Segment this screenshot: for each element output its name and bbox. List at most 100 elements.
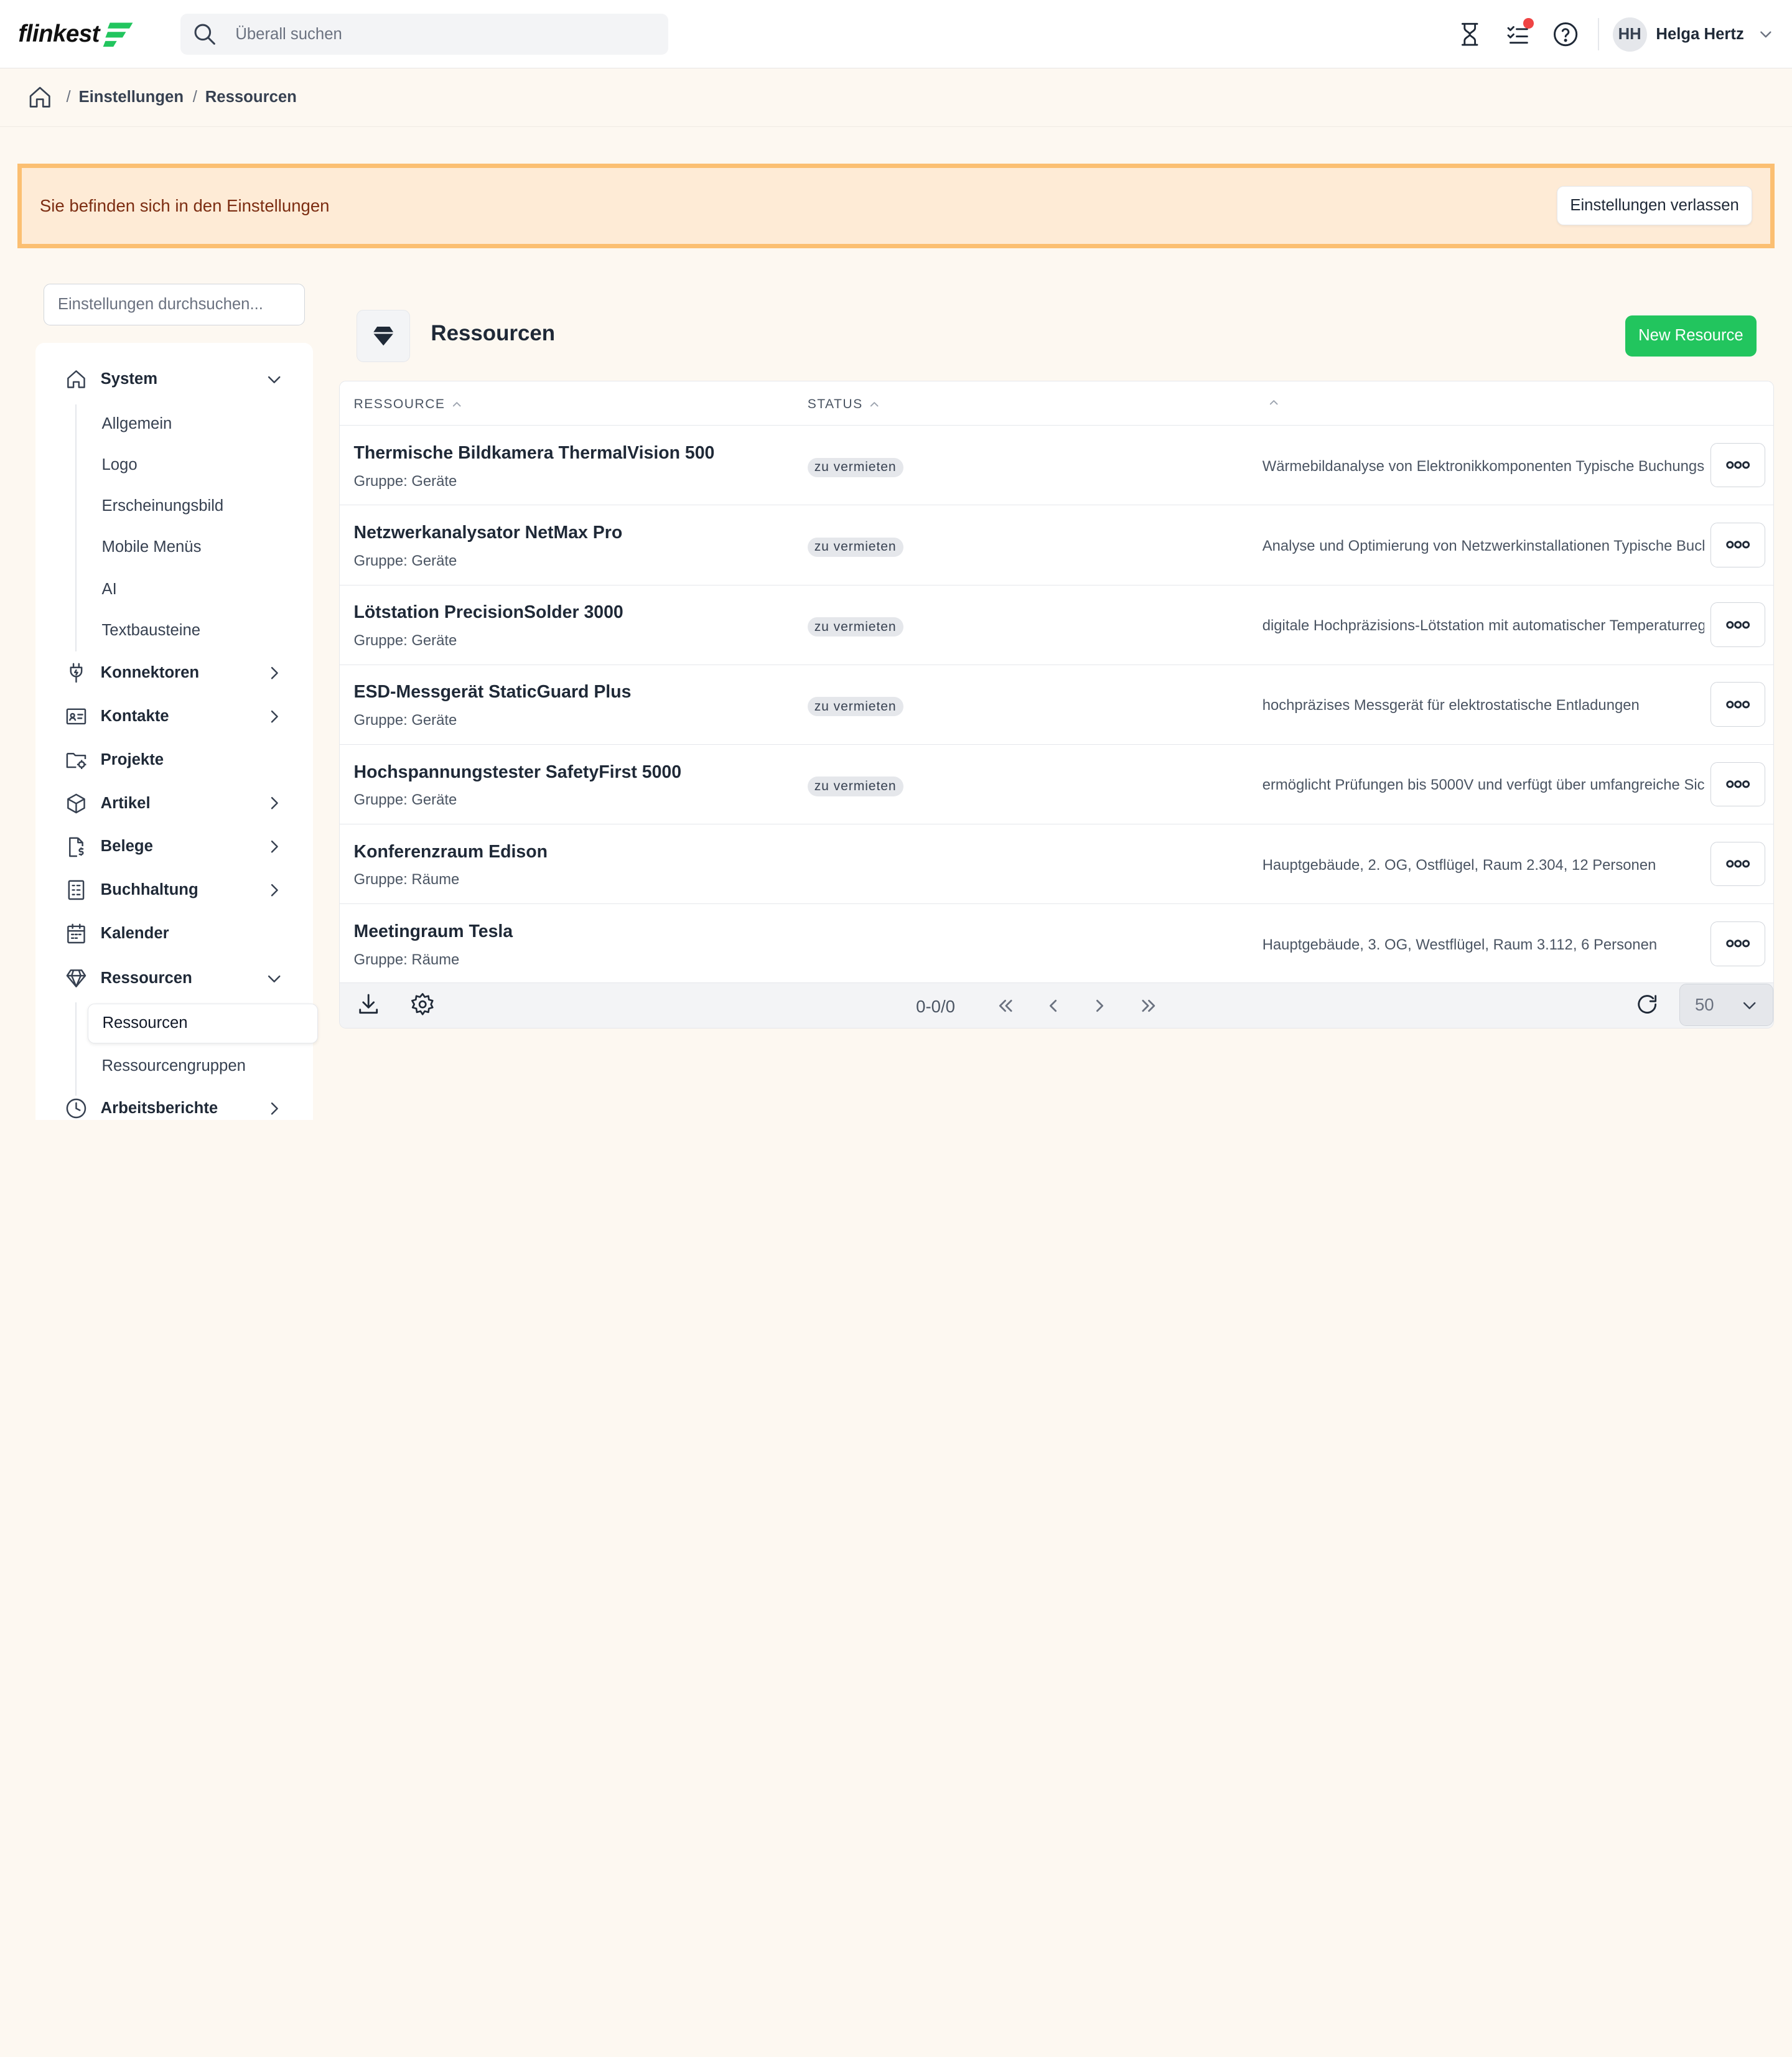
sidebar-item-erscheinungsbild[interactable]: Erscheinungsbild [101,497,223,515]
more-dots-icon [1725,701,1750,709]
table-row[interactable]: Meetingraum Tesla Gruppe: Räume Hauptgebäu… [340,904,1773,984]
home-icon[interactable] [27,85,52,110]
page-size-select[interactable]: 50 [1679,984,1773,1027]
resource-name[interactable]: Lötstation PrecisionSolder 3000 [354,602,623,623]
resource-name[interactable]: Netzwerkanalysator NetMax Pro [354,523,623,543]
divider [1597,18,1599,50]
more-dots-icon [1725,620,1750,629]
first-page-icon[interactable] [995,996,1015,1016]
table-row[interactable]: Thermische Bildkamera ThermalVision 500 G… [340,426,1773,506]
resource-name[interactable]: Hochspannungstester SafetyFirst 5000 [354,762,682,783]
row-actions-button[interactable] [1710,602,1765,647]
column-header-ressource[interactable]: RESSOURCE [354,397,462,412]
sort-up-icon [1269,400,1278,405]
column-header-status[interactable]: STATUS [808,397,880,412]
status-badge: zu vermieten [807,617,903,637]
download-icon[interactable] [356,992,381,1017]
row-actions-button[interactable] [1710,841,1765,887]
tasks-icon[interactable] [1504,18,1534,48]
row-actions-button[interactable] [1710,921,1765,966]
sidebar-item-label: Projekte [100,750,164,768]
sidebar-item-label: Kalender [100,925,169,943]
more-dots-icon [1725,780,1750,788]
breadcrumb-separator: / [66,88,71,106]
sidebar-item-system[interactable]: System [35,360,313,399]
table-header: RESSOURCE STATUS [340,381,1773,426]
plug-icon [65,662,87,684]
chevron-down-icon [265,370,283,388]
new-resource-button[interactable]: New Resource [1625,315,1757,357]
page-title: Ressourcen [431,321,556,346]
refresh-icon[interactable] [1635,992,1659,1017]
document-dollar-icon [65,836,87,858]
sidebar-item-ressourcen[interactable]: Ressourcen [35,959,313,997]
user-name[interactable]: Helga Hertz [1656,26,1743,44]
sidebar-item-buchhaltung[interactable]: Buchhaltung [35,871,313,910]
settings-search-input[interactable]: Einstellungen durchsuchen... [43,283,306,326]
sidebar-item-allgemein[interactable]: Allgemein [101,415,172,433]
sidebar-item-label: System [100,370,158,388]
ledger-icon [65,879,87,901]
table-row[interactable]: Lötstation PrecisionSolder 3000 Gruppe: G… [340,585,1773,665]
table-row[interactable]: ESD-Messgerät StaticGuard Plus Gruppe: Ge… [340,665,1773,745]
avatar[interactable]: HH [1612,17,1647,52]
app-window: flinkest Überall suchen HH Helga Hertz /… [0,0,1792,1120]
logo[interactable]: flinkest [18,19,180,49]
sidebar-item-logo[interactable]: Logo [101,456,137,474]
help-icon[interactable] [1552,21,1579,48]
sidebar-item-label: Buchhaltung [100,881,198,899]
breadcrumb-ressourcen[interactable]: Ressourcen [205,88,297,106]
resource-description: Analyse und Optimierung von Netzwerkinst… [1262,537,1705,554]
sidebar-item-konnektoren[interactable]: Konnektoren [35,654,313,693]
sidebar-item-ressourcen-active[interactable]: Ressourcen [88,1003,318,1043]
resource-group: Gruppe: Geräte [353,472,457,490]
calendar-icon [65,923,87,945]
resource-name[interactable]: Thermische Bildkamera ThermalVision 500 [354,443,715,464]
breadcrumb-einstellungen[interactable]: Einstellungen [79,88,184,106]
resource-description: Hauptgebäude, 3. OG, Westflügel, Raum 3.… [1262,936,1658,953]
resource-group: Gruppe: Geräte [353,552,457,569]
sidebar-item-projekte[interactable]: Projekte [35,740,313,779]
page-size-value: 50 [1694,995,1714,1015]
resource-group: Gruppe: Geräte [353,712,457,729]
sidebar-item-kontakte[interactable]: Kontakte [35,697,313,735]
sidebar-item-mobile-menues[interactable]: Mobile Menüs [101,538,201,556]
table-row[interactable]: Hochspannungstester SafetyFirst 5000 Grup… [340,745,1773,825]
row-actions-button[interactable] [1710,442,1765,488]
settings-gear-icon[interactable] [410,992,435,1017]
leave-settings-button[interactable]: Einstellungen verlassen [1557,186,1753,225]
settings-sidebar: System Allgemein Logo Erscheinungsbild M… [35,343,318,1120]
resource-group: Gruppe: Geräte [353,632,457,649]
notification-dot [1523,18,1534,29]
chevron-right-icon [265,1099,283,1117]
chevron-down-icon[interactable] [1758,26,1774,42]
sidebar-item-belege[interactable]: Belege [35,828,313,866]
chevron-right-icon [265,837,283,856]
breadcrumb-separator: / [192,88,197,106]
resource-description: Wärmebildanalyse von Elektronikkomponent… [1262,457,1705,475]
sidebar-item-textbausteine[interactable]: Textbausteine [101,622,200,640]
prev-page-icon[interactable] [1043,996,1063,1016]
next-page-icon[interactable] [1090,996,1110,1016]
search-input[interactable]: Überall suchen [235,26,342,44]
resource-name[interactable]: ESD-Messgerät StaticGuard Plus [354,682,632,702]
column-header-description[interactable] [1262,397,1280,408]
settings-banner: Sie befinden sich in den Einstellungen E… [17,163,1775,248]
folder-gear-icon [65,749,87,771]
global-search[interactable]: Überall suchen [180,14,669,55]
sidebar-item-artikel[interactable]: Artikel [35,784,313,823]
resource-name[interactable]: Meetingraum Tesla [354,921,513,942]
last-page-icon[interactable] [1139,996,1159,1016]
sidebar-item-arbeitsberichte[interactable]: Arbeitsberichte [35,1089,313,1120]
sidebar-item-ressourcengruppen[interactable]: Ressourcengruppen [101,1057,245,1075]
row-actions-button[interactable] [1710,762,1765,807]
hourglass-icon[interactable] [1456,21,1483,48]
row-actions-button[interactable] [1710,522,1765,567]
sidebar-item-kalender[interactable]: Kalender [35,914,313,953]
sidebar-item-ai[interactable]: AI [101,581,116,599]
table-row[interactable]: Konferenzraum Edison Gruppe: Räume Hauptge… [340,824,1773,905]
breadcrumb: / Einstellungen / Ressourcen [0,68,1792,127]
resource-name[interactable]: Konferenzraum Edison [354,842,548,862]
row-actions-button[interactable] [1710,682,1765,727]
table-row[interactable]: Netzwerkanalysator NetMax Pro Gruppe: Ger… [340,505,1773,585]
